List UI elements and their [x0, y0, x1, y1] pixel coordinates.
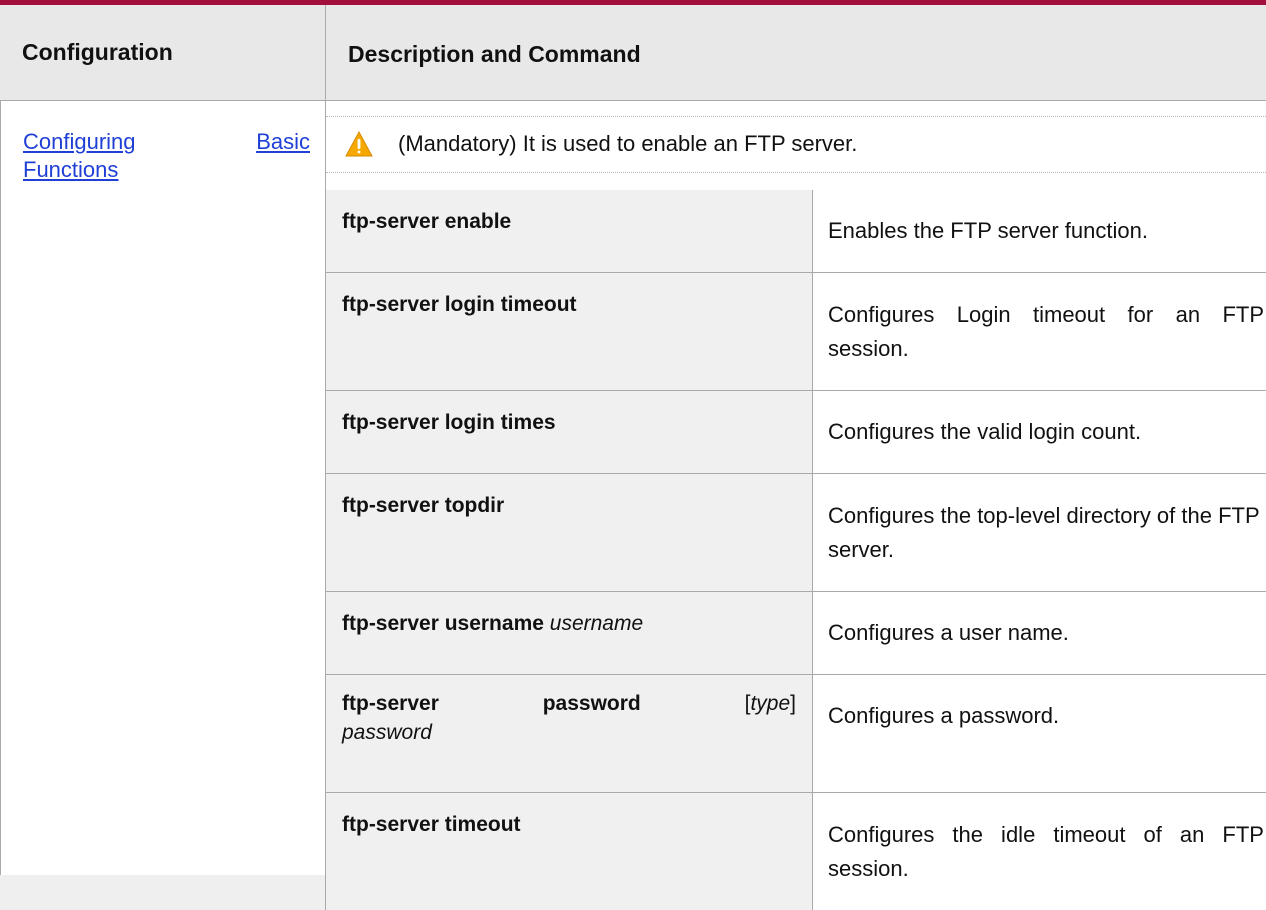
description-text: Configures Login timeout for an FTP sess…: [828, 302, 1264, 361]
description-cell: Configures the idle timeout of an FTP se…: [812, 793, 1266, 910]
command-cell: ftp-server topdir: [326, 474, 812, 591]
description-text: Configures a password.: [828, 703, 1060, 728]
description-text: Configures the valid login count.: [828, 419, 1142, 444]
description-cell: Configures the top-level directory of th…: [812, 474, 1266, 591]
header-description-label: Description and Command: [348, 41, 641, 67]
command-text-bold: ftp-server: [342, 692, 439, 715]
description-cell: Enables the FTP server function.: [812, 190, 1266, 272]
command-cell: ftp-server login times: [326, 391, 812, 473]
command-cell: ftp-server login timeout: [326, 273, 812, 390]
description-text: Configures the idle timeout of an FTP se…: [828, 822, 1264, 881]
command-text: ftp-server enable: [342, 210, 512, 233]
command-cell: ftp-server password [type] password: [326, 675, 812, 792]
description-cell: Configures Login timeout for an FTP sess…: [812, 273, 1266, 390]
header-configuration-label: Configuration: [22, 39, 173, 65]
command-text-bold: password: [542, 692, 641, 715]
configuration-column-footer: [0, 875, 326, 910]
description-cell: Configures the valid login count.: [812, 391, 1266, 473]
header-description: Description and Command: [326, 5, 1266, 100]
link-word-functions: Functions: [23, 157, 119, 182]
command-text: ftp-server topdir: [342, 494, 505, 517]
mandatory-note: (Mandatory) It is used to enable an FTP …: [398, 131, 858, 156]
command-line-1: ftp-server password [type]: [342, 689, 796, 718]
link-word-basic: Basic: [256, 129, 310, 154]
command-text-argument: password: [342, 721, 432, 744]
description-text: Configures a user name.: [828, 620, 1069, 645]
command-text: ftp-server timeout: [342, 813, 521, 836]
configuration-column: [0, 101, 326, 910]
note-top-divider: [326, 116, 1266, 117]
description-cell: Configures a password.: [812, 675, 1266, 792]
description-text: Enables the FTP server function.: [828, 218, 1148, 243]
command-text: ftp-server login timeout: [342, 293, 577, 316]
warning-triangle-icon: [345, 130, 373, 157]
command-cell: ftp-server enable: [326, 190, 812, 272]
command-cell: ftp-server timeout: [326, 793, 812, 910]
command-text-bold: ftp-server username: [342, 612, 544, 635]
description-text: Configures the top-level directory of th…: [828, 503, 1260, 562]
note-bottom-divider: [326, 172, 1266, 173]
description-cell: Configures a user name.: [812, 592, 1266, 674]
command-text-argument: username: [549, 612, 644, 635]
command-cell: ftp-server username username: [326, 592, 812, 674]
configuring-basic-functions-link[interactable]: Configuring Basic Functions: [23, 128, 310, 184]
header-configuration: Configuration: [0, 5, 326, 100]
command-optional-type: [type]: [744, 692, 796, 715]
link-word-configuring: Configuring: [23, 129, 136, 154]
command-text: ftp-server login times: [342, 411, 556, 434]
